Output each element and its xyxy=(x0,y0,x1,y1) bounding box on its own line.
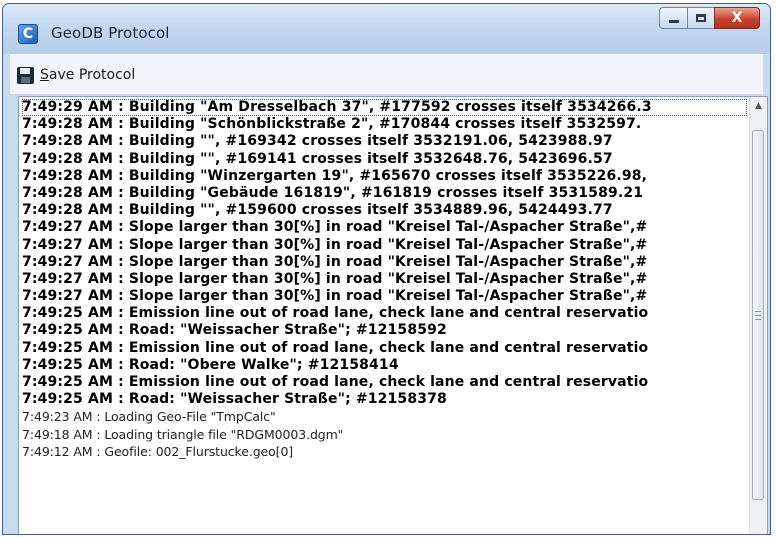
log-row[interactable]: 7:49:25 AM : Emission line out of road l… xyxy=(22,340,747,357)
save-protocol-button[interactable]: Save Protocol xyxy=(17,65,135,85)
log-row[interactable]: 7:49:28 AM : Building "", #169141 crosse… xyxy=(22,151,747,168)
log-row[interactable]: 7:49:18 AM : Loading triangle file "RDGM… xyxy=(22,426,747,443)
log-row[interactable]: 7:49:25 AM : Road: "Weissacher Straße"; … xyxy=(22,322,747,339)
minimize-icon xyxy=(668,20,679,23)
caption-buttons: X xyxy=(659,7,760,29)
log-row[interactable]: 7:49:28 AM : Building "", #159600 crosse… xyxy=(22,202,747,219)
log-row[interactable]: 7:49:28 AM : Building "Winzergarten 19",… xyxy=(22,168,747,185)
log-row[interactable]: 7:49:27 AM : Slope larger than 30[%] in … xyxy=(22,288,747,305)
log-entries: 7:49:29 AM : Building "Am Dresselbach 37… xyxy=(22,99,747,534)
close-icon: X xyxy=(731,10,743,26)
title-bar[interactable]: C GeoDB Protocol X xyxy=(3,4,770,54)
log-row[interactable]: 7:49:28 AM : Building "", #169342 crosse… xyxy=(22,133,747,150)
minimize-button[interactable] xyxy=(659,7,687,29)
scroll-up-arrow-icon[interactable]: ▲ xyxy=(750,97,767,114)
toolbar: Save Protocol xyxy=(10,54,763,94)
log-row[interactable]: 7:49:25 AM : Road: "Obere Walke"; #12158… xyxy=(22,357,747,374)
log-row[interactable]: 7:49:28 AM : Building "Schönblickstraße … xyxy=(22,116,747,133)
protocol-log-list[interactable]: 7:49:29 AM : Building "Am Dresselbach 37… xyxy=(18,96,768,534)
floppy-disk-icon xyxy=(17,66,34,84)
vertical-scrollbar[interactable]: ▲ xyxy=(749,97,767,534)
log-row[interactable]: 7:49:27 AM : Slope larger than 30[%] in … xyxy=(22,237,747,254)
maximize-icon xyxy=(696,14,706,22)
maximize-button[interactable] xyxy=(687,7,714,29)
log-row[interactable]: 7:49:12 AM : Geofile: 002_Flurstucke.geo… xyxy=(22,443,747,460)
log-row[interactable]: 7:49:25 AM : Road: "Weissacher Straße"; … xyxy=(22,391,747,408)
log-row[interactable]: 7:49:29 AM : Building "Am Dresselbach 37… xyxy=(22,99,747,117)
close-button[interactable]: X xyxy=(714,7,760,29)
grip-icon xyxy=(755,311,761,320)
log-row[interactable]: 7:49:27 AM : Slope larger than 30[%] in … xyxy=(22,271,747,288)
log-row[interactable]: 7:49:28 AM : Building "Gebäude 161819", … xyxy=(22,185,747,202)
log-row[interactable]: 7:49:27 AM : Slope larger than 30[%] in … xyxy=(22,254,747,271)
log-row[interactable]: 7:49:25 AM : Emission line out of road l… xyxy=(22,374,747,391)
log-row[interactable]: 7:49:27 AM : Slope larger than 30[%] in … xyxy=(22,219,747,236)
app-icon[interactable]: C xyxy=(18,24,38,44)
scrollbar-thumb[interactable] xyxy=(752,130,764,500)
geodb-protocol-window: C GeoDB Protocol X Save Protocol 7:49:29… xyxy=(2,3,771,535)
window-title: GeoDB Protocol xyxy=(51,24,170,42)
log-row[interactable]: 7:49:25 AM : Emission line out of road l… xyxy=(22,305,747,322)
save-protocol-label: Save Protocol xyxy=(40,67,136,83)
log-row[interactable]: 7:49:23 AM : Loading Geo-File "TmpCalc" xyxy=(22,408,747,425)
